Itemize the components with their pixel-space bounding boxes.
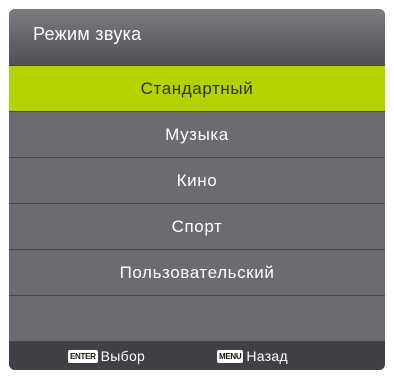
menu-item-music[interactable]: Музыка (9, 112, 385, 158)
menu-item-cinema[interactable]: Кино (9, 158, 385, 204)
enter-key-icon: ENTER (68, 349, 98, 363)
menu-item-label: Кино (176, 171, 218, 190)
menu-item-standard[interactable]: Стандартный (9, 66, 385, 112)
menu-item-label: Пользовательский (119, 263, 275, 282)
menu-item-sport[interactable]: Спорт (9, 204, 385, 250)
menu-empty-row (9, 296, 385, 342)
menu-title: Режим звука (33, 24, 142, 44)
menu-header: Режим звука (9, 9, 385, 66)
menu-item-user[interactable]: Пользовательский (9, 250, 385, 296)
menu-footer: ENTER Выбор MENU Назад (9, 341, 385, 370)
select-hint: ENTER Выбор (68, 348, 145, 364)
back-hint-label: Назад (246, 348, 288, 364)
sound-mode-menu-panel: Режим звука Стандартный Музыка Кино Спор… (9, 9, 385, 370)
menu-item-label: Музыка (165, 125, 229, 144)
sound-mode-list: Стандартный Музыка Кино Спорт Пользовате… (9, 66, 385, 342)
menu-item-label: Стандартный (140, 79, 254, 98)
select-hint-label: Выбор (100, 348, 146, 364)
menu-key-icon: MENU (217, 349, 244, 363)
menu-item-label: Спорт (171, 217, 223, 236)
back-hint: MENU Назад (217, 348, 288, 364)
